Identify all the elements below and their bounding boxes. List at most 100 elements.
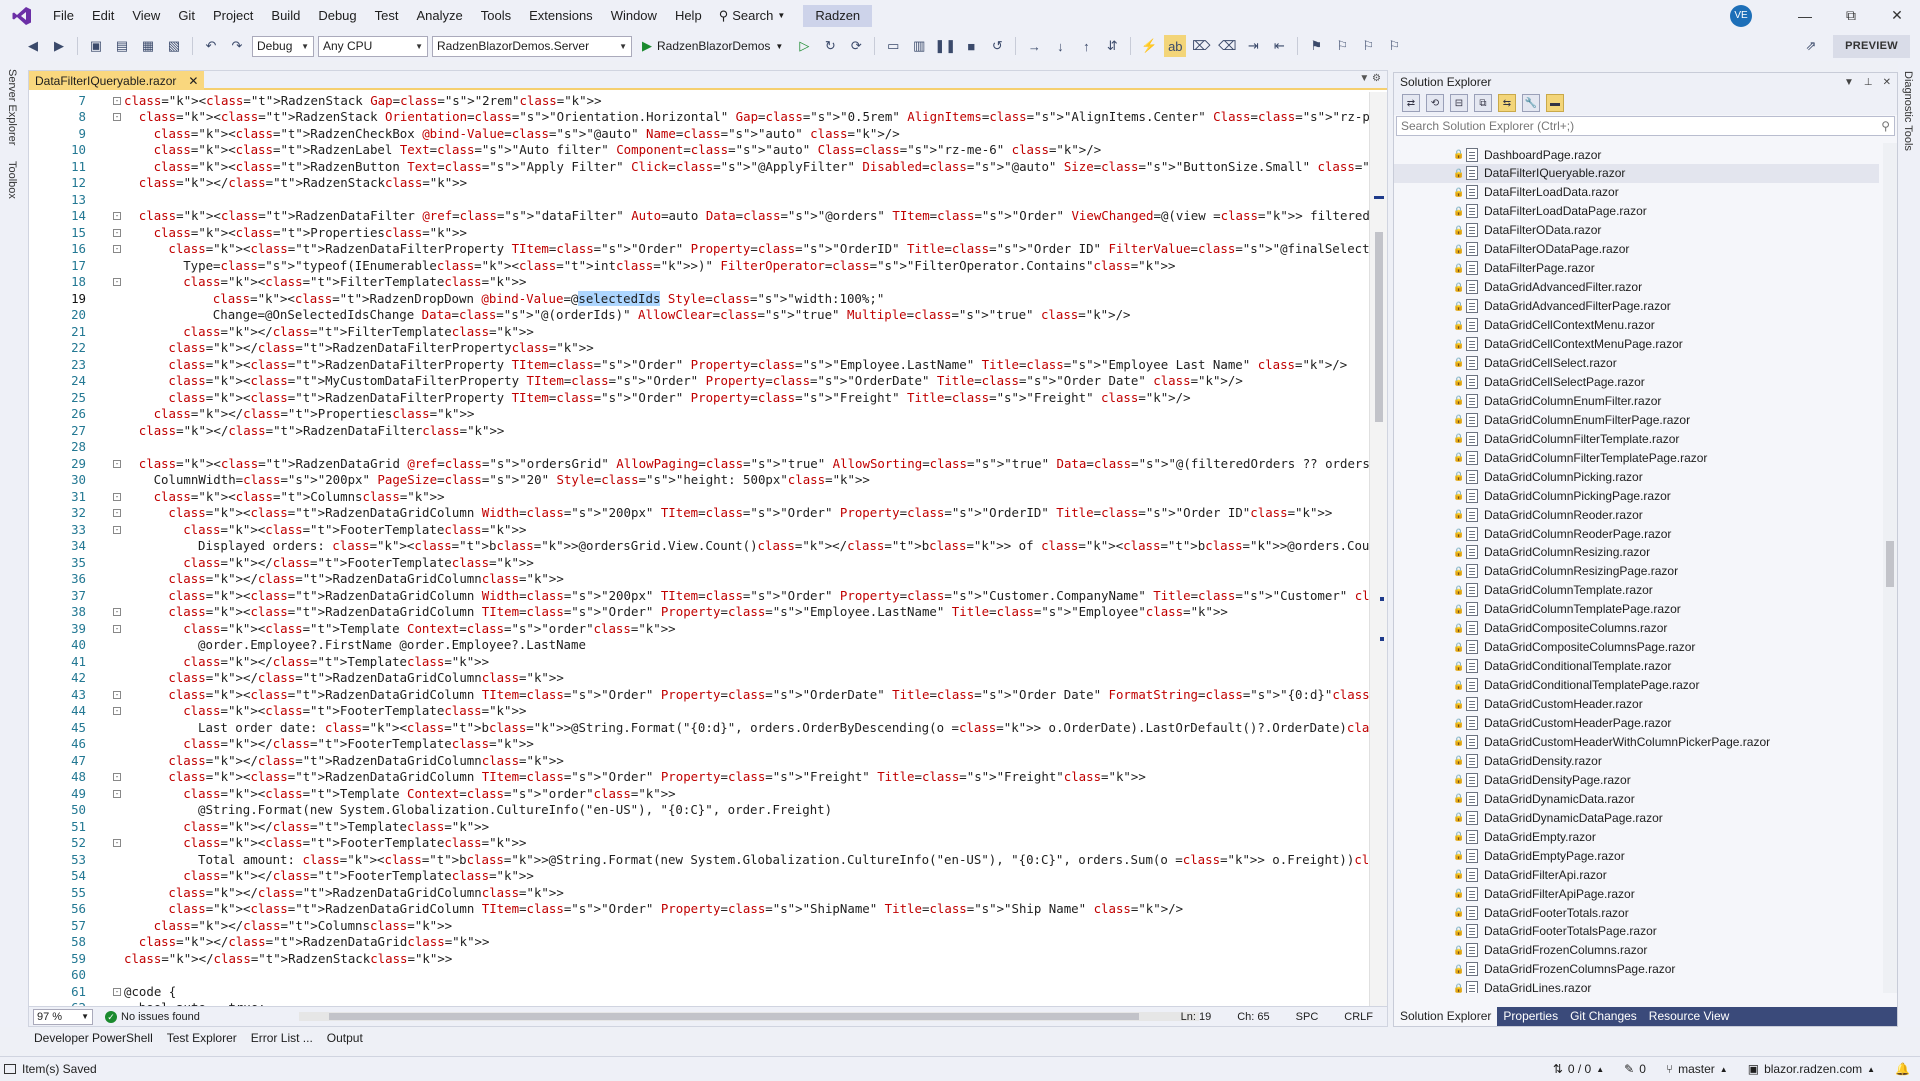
step-into-icon[interactable]: ↓ [1049,35,1071,57]
code-line[interactable]: 27 class="k"></class="t">RadzenDataFilter… [29,423,1369,440]
code-line[interactable]: 31 - class="k"><class="t">Columnsclass="k"… [29,489,1369,506]
column-label[interactable]: Ch: 65 [1237,1011,1269,1023]
code-line[interactable]: 14 - class="k"><class="t">RadzenDataFilter… [29,208,1369,225]
tool-tab-developer-powershell[interactable]: Developer PowerShell [28,1031,159,1045]
pause-icon[interactable]: ❚❚ [934,35,956,57]
history-icon[interactable]: ⟲ [1426,94,1444,112]
file-item[interactable]: 🔒 DataGridFrozenColumnsPage.razor [1394,960,1879,979]
file-item[interactable]: 🔒 DataGridCustomHeader.razor [1394,695,1879,714]
file-item[interactable]: 🔒 DataFilterODataPage.razor [1394,240,1879,259]
restore-button[interactable]: ⧉ [1828,0,1874,31]
whitespace-label[interactable]: SPC [1296,1011,1319,1023]
code-line[interactable]: 53 Total amount: class="k"><class="t">bcl… [29,852,1369,869]
scrollbar-thumb[interactable] [1886,541,1894,587]
code-line[interactable]: 33 - class="k"><class="t">FooterTemplatecl… [29,522,1369,539]
file-item[interactable]: 🔒 DataGridAdvancedFilter.razor [1394,278,1879,297]
hot-reload-icon[interactable]: ↻ [819,35,841,57]
code-line[interactable]: 45 Last order date: class="k"><class="t">… [29,720,1369,737]
tab-overflow-icon[interactable]: ▼ ⚙ [1359,73,1381,84]
branch-indicator[interactable]: ⑂ master ▲ [1666,1062,1728,1076]
code-line[interactable]: 19 class="k"><class="t">RadzenDropDown @b… [29,290,1369,308]
file-item[interactable]: 🔒 DataGridAdvancedFilterPage.razor [1394,297,1879,316]
menu-window[interactable]: Window [602,0,666,31]
code-line[interactable]: 29 - class="k"><class="t">RadzenDataGrid @… [29,456,1369,473]
fold-toggle-icon[interactable]: - [113,987,121,996]
sync-with-document-icon[interactable]: ⇆ [1498,94,1516,112]
step-out-icon[interactable]: ↑ [1075,35,1097,57]
file-item[interactable]: 🔒 DataGridCustomHeaderWithColumnPickerPag… [1394,732,1879,751]
file-item[interactable]: 🔒 DataGridColumnReoderPage.razor [1394,524,1879,543]
file-item[interactable]: 🔒 DataGridColumnTemplatePage.razor [1394,600,1879,619]
save-icon[interactable]: ▦ [137,35,159,57]
solution-search-input[interactable]: Search Solution Explorer (Ctrl+;) ⚲ [1396,116,1895,136]
collapse-all-icon[interactable]: ⊟ [1450,94,1468,112]
menu-file[interactable]: File [44,0,83,31]
restart-icon[interactable]: ↺ [986,35,1008,57]
solution-vertical-scrollbar[interactable] [1883,143,1897,993]
menu-project[interactable]: Project [204,0,262,31]
code-line[interactable]: 28 [29,439,1369,456]
code-line[interactable]: 34 Displayed orders: class="k"><class="t"… [29,538,1369,555]
file-item[interactable]: 🔒 DataGridFilterApi.razor [1394,865,1879,884]
layout-icon[interactable]: ▥ [908,35,930,57]
tool-tab-error-list[interactable]: Error List ... [245,1031,319,1045]
properties-icon[interactable]: 🔧 [1522,94,1540,112]
code-line[interactable]: 58 class="k"></class="t">RadzenDataGridcl… [29,934,1369,951]
code-line[interactable]: 48 - class="k"><class="t">RadzenDataGridCo… [29,769,1369,786]
code-line[interactable]: 41 class="k"></class="t">Templateclass="k… [29,654,1369,671]
server-explorer-tab[interactable]: Server Explorer [6,69,18,145]
search-box[interactable]: ⚲ Search ▼ [711,8,794,24]
configuration-select[interactable]: Debug ▼ [252,35,314,57]
code-line[interactable]: 49 - class="k"><class="t">Template Context… [29,786,1369,803]
file-item[interactable]: 🔒 DataGridColumnEnumFilterPage.razor [1394,410,1879,429]
back-icon[interactable]: ◀ [22,35,44,57]
code-line[interactable]: 15 - class="k"><class="t">Propertiesclass=… [29,225,1369,242]
fold-toggle-icon[interactable]: - [113,789,121,798]
file-item[interactable]: 🔒 DataGridCellContextMenu.razor [1394,316,1879,335]
code-line[interactable]: 35 class="k"></class="t">FooterTemplatecl… [29,555,1369,572]
tab-git-changes[interactable]: Git Changes [1564,1007,1643,1026]
file-item[interactable]: 🔒 DataGridDynamicData.razor [1394,789,1879,808]
code-line[interactable]: 11 class="k"><class="t">RadzenButton Text… [29,159,1369,176]
fold-toggle-icon[interactable]: - [113,608,121,616]
file-item[interactable]: 🔒 DataFilterPage.razor [1394,259,1879,278]
menu-tools[interactable]: Tools [472,0,520,31]
file-item[interactable]: 🔒 DataGridDynamicDataPage.razor [1394,808,1879,827]
file-item[interactable]: 🔒 DataGridDensity.razor [1394,751,1879,770]
code-line[interactable]: 52 - class="k"><class="t">FooterTemplatecl… [29,835,1369,852]
minimize-button[interactable]: — [1782,0,1828,31]
menu-build[interactable]: Build [262,0,309,31]
file-item[interactable]: 🔒 DataGridConditionalTemplate.razor [1394,657,1879,676]
code-line[interactable]: 26 class="k"></class="t">Propertiesclass=… [29,406,1369,423]
sync-indicator[interactable]: ⇅ 0 / 0 ▲ [1553,1062,1604,1076]
startup-project-select[interactable]: RadzenBlazorDemos.Server ▼ [432,35,632,57]
file-item[interactable]: 🔒 DataGridFilterApiPage.razor [1394,884,1879,903]
code-line[interactable]: 59 class="k"></class="t">RadzenStackclass… [29,951,1369,968]
close-button[interactable]: ✕ [1874,0,1920,31]
toolbox-tab[interactable]: Toolbox [6,161,18,199]
file-item[interactable]: 🔒 DataGridColumnEnumFilter.razor [1394,391,1879,410]
start-without-debugging-icon[interactable]: ▷ [793,35,815,57]
file-item[interactable]: 🔒 DataGridConditionalTemplatePage.razor [1394,676,1879,695]
issues-indicator[interactable]: ✓ No issues found [105,1010,200,1023]
fold-toggle-icon[interactable]: - [113,228,121,237]
spell-check-icon[interactable]: ab [1164,35,1187,57]
code-line[interactable]: 42 class="k"></class="t">RadzenDataGridCo… [29,670,1369,687]
fold-toggle-icon[interactable]: - [113,492,121,501]
code-line[interactable]: 7 - class="k"><class="t">RadzenStack Gap=c… [29,93,1369,110]
run-button[interactable]: ▶ RadzenBlazorDemos ▼ [636,38,789,54]
edits-indicator[interactable]: ✎ 0 [1624,1062,1646,1076]
outdent-icon[interactable]: ⇤ [1268,35,1290,57]
forward-icon[interactable]: ▶ [48,35,70,57]
fold-toggle-icon[interactable]: - [113,773,121,781]
code-line[interactable]: 40 @order.Employee?.FirstName @order.Empl… [29,637,1369,654]
code-line[interactable]: 38 - class="k"><class="t">RadzenDataGridCo… [29,604,1369,621]
clear-bookmarks-icon[interactable]: ⚐ [1383,35,1405,57]
tool-tab-output[interactable]: Output [321,1031,369,1045]
show-all-files-icon[interactable]: ⧉ [1474,94,1492,112]
menu-test[interactable]: Test [366,0,408,31]
close-icon[interactable]: ✕ [188,74,198,88]
fold-toggle-icon[interactable]: - [113,459,121,468]
prev-bookmark-icon[interactable]: ⚐ [1331,35,1353,57]
fold-toggle-icon[interactable]: - [113,839,121,847]
